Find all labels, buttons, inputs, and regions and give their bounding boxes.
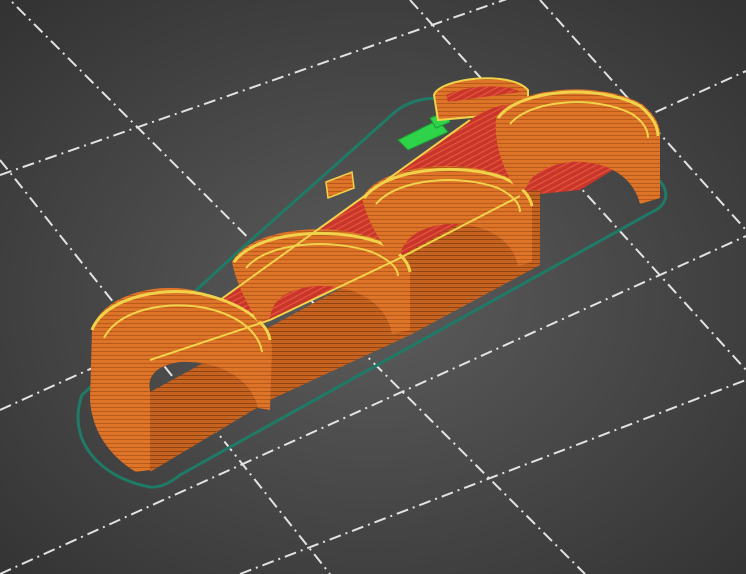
3d-preview-viewport[interactable] [0,0,746,574]
scene-canvas[interactable] [0,0,746,574]
